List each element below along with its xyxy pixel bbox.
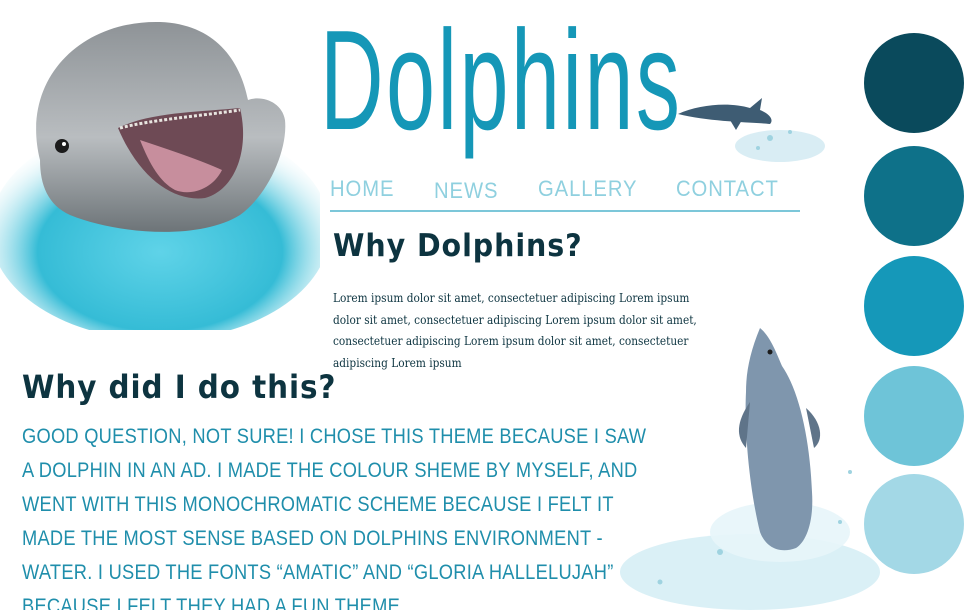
why-did-i-text: Good question, not sure! I chose this th… [22, 425, 647, 610]
nav-gallery[interactable]: GALLERY [538, 176, 637, 202]
nav-home[interactable]: HomE [330, 176, 394, 202]
page-title: Dolphins [320, 1, 683, 160]
main-nav: HomE NEWS GALLERY CONTACT [330, 172, 800, 212]
nav-contact[interactable]: CONTACT [676, 176, 779, 202]
palette-swatch-1 [864, 33, 964, 133]
palette-swatch-2 [864, 146, 964, 246]
leaping-dolphin-image [678, 98, 825, 162]
why-did-i-heading: Why did I do this? [22, 368, 337, 406]
dolphin-head-image [0, 21, 320, 330]
palette-swatch-4 [864, 366, 964, 466]
palette-swatch-5 [864, 474, 964, 574]
palette-swatch-3 [864, 256, 964, 356]
nav-news[interactable]: NEWS [434, 178, 498, 204]
jumping-dolphin-image [620, 328, 880, 610]
why-dolphins-heading: Why Dolphins? [333, 228, 583, 264]
